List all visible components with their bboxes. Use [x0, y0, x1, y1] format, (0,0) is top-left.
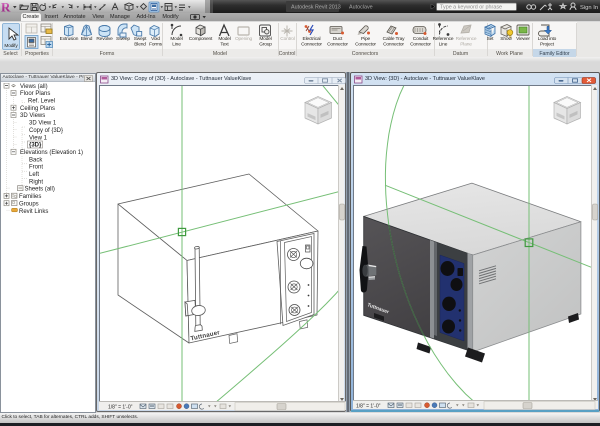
svg-text:Plane: Plane [460, 41, 472, 47]
svg-text:1/8" = 1'-0": 1/8" = 1'-0" [108, 404, 133, 410]
svg-text:Select: Select [3, 51, 18, 57]
svg-text:Electrical: Electrical [303, 36, 321, 42]
svg-text:R: R [1, 0, 11, 13]
svg-text:Right: Right [29, 179, 43, 185]
svg-text:Swept: Swept [134, 36, 147, 42]
svg-text:Sign In: Sign In [580, 5, 598, 11]
svg-text:Extrusion: Extrusion [60, 36, 79, 42]
svg-text:Connector: Connector [301, 41, 322, 47]
svg-text:View 1: View 1 [29, 135, 48, 141]
svg-text:Connectors: Connectors [352, 51, 379, 57]
svg-text:Back: Back [29, 157, 43, 163]
svg-text:3D View 1: 3D View 1 [29, 121, 57, 127]
svg-text:Blend: Blend [134, 41, 146, 47]
svg-text:Views (all): Views (all) [20, 84, 48, 90]
svg-text:Line: Line [439, 41, 448, 47]
svg-text:Elevations (Elevation 1): Elevations (Elevation 1) [20, 150, 83, 156]
svg-text:Blend: Blend [81, 36, 93, 42]
svg-text:Connector: Connector [410, 41, 431, 47]
svg-text:1/8" = 1'-0": 1/8" = 1'-0" [356, 403, 381, 409]
svg-text:Load into: Load into [538, 36, 557, 42]
svg-text:Datum: Datum [453, 51, 468, 57]
svg-text:Revolve: Revolve [96, 36, 113, 42]
svg-text:Model: Model [259, 36, 271, 42]
svg-text:Model: Model [218, 36, 230, 42]
svg-text:Control: Control [279, 51, 296, 57]
svg-text:Forms: Forms [149, 41, 163, 47]
svg-text:Ceiling Plans: Ceiling Plans [20, 106, 55, 112]
svg-text:Copy of {3D}: Copy of {3D} [29, 128, 63, 134]
svg-text:Families: Families [19, 194, 41, 200]
svg-text:Type a keyword or phrase: Type a keyword or phrase [440, 5, 502, 11]
svg-text:Text: Text [220, 41, 229, 47]
svg-text:Sweep: Sweep [116, 36, 130, 42]
svg-text:Opening: Opening [235, 36, 253, 42]
svg-text:Connector: Connector [355, 41, 376, 47]
svg-text:Model: Model [213, 51, 227, 57]
svg-text:Group: Group [259, 41, 272, 47]
svg-text:Connector: Connector [327, 41, 348, 47]
svg-text:Connector: Connector [383, 41, 404, 47]
svg-text:Modify: Modify [4, 43, 18, 49]
svg-text:Ref. Level: Ref. Level [28, 99, 55, 105]
svg-text:Groups: Groups [19, 201, 39, 207]
svg-text:Line: Line [172, 41, 181, 47]
svg-text:Front: Front [29, 165, 43, 171]
svg-text:Autoclave: Autoclave [349, 4, 373, 10]
svg-text:Set: Set [487, 36, 495, 42]
svg-text:Pipe: Pipe [361, 36, 370, 42]
svg-text:Forms: Forms [100, 51, 115, 57]
svg-text:Floor Plans: Floor Plans [20, 91, 50, 97]
svg-text:Autodesk Revit 2013: Autodesk Revit 2013 [291, 4, 341, 10]
svg-text:Show: Show [500, 36, 512, 42]
svg-text:Reference: Reference [456, 36, 477, 42]
svg-text:Cable Tray: Cable Tray [383, 36, 405, 42]
svg-text:Work Plane: Work Plane [496, 51, 523, 57]
svg-text:Project: Project [540, 41, 555, 47]
svg-text:Revit Links: Revit Links [19, 209, 48, 215]
svg-text:Sheets (all): Sheets (all) [25, 187, 55, 193]
svg-text:3D Views: 3D Views [20, 113, 45, 119]
svg-text:Control: Control [280, 36, 294, 42]
svg-text:Component: Component [189, 36, 213, 42]
svg-text:Family Editor: Family Editor [539, 51, 570, 57]
svg-text:Reference: Reference [433, 36, 454, 42]
svg-text:Model: Model [170, 36, 182, 42]
svg-text:Void: Void [151, 36, 160, 42]
svg-text:Viewer: Viewer [516, 36, 530, 42]
svg-text:Properties: Properties [25, 51, 49, 57]
svg-text:Duct: Duct [333, 36, 343, 42]
svg-text:Conduit: Conduit [413, 36, 429, 42]
svg-text:Left: Left [29, 172, 39, 178]
